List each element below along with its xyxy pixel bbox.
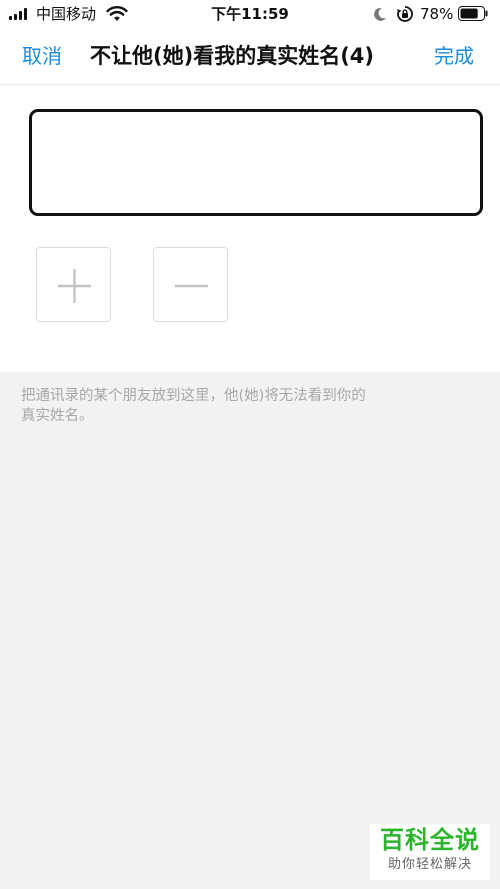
moon-icon (374, 7, 386, 21)
cancel-button[interactable]: 取消 (22, 42, 62, 70)
rotation-lock-icon (397, 6, 413, 22)
plus-icon (58, 269, 91, 303)
hint-text: 把通讯录的某个朋友放到这里，他(她)将无法看到你的 真实姓名。 (21, 386, 461, 426)
add-member-button[interactable] (36, 247, 111, 322)
done-button[interactable]: 完成 (434, 42, 474, 70)
watermark-subtitle: 助你轻松解决 (387, 857, 472, 872)
hint-line-1: 把通讯录的某个朋友放到这里，他(她)将无法看到你的 (21, 388, 366, 404)
page-title: 不让他(她)看我的真实姓名(4) (90, 44, 375, 68)
battery-percentage: 78% (420, 5, 454, 23)
member-panel (0, 85, 500, 372)
battery-icon (458, 6, 488, 21)
navigation-bar: 取消 不让他(她)看我的真实姓名(4) 完成 (0, 28, 500, 85)
highlight-annotation-box (29, 109, 483, 216)
hint-line-2: 真实姓名。 (21, 408, 94, 424)
watermark-logo: 百科全说 助你轻松解决 (370, 824, 490, 880)
remove-member-button[interactable] (153, 247, 228, 322)
status-bar: 中国移动 下午11:59 78% (0, 0, 500, 28)
watermark-title: 百科全说 (380, 826, 480, 854)
minus-icon (175, 284, 208, 288)
